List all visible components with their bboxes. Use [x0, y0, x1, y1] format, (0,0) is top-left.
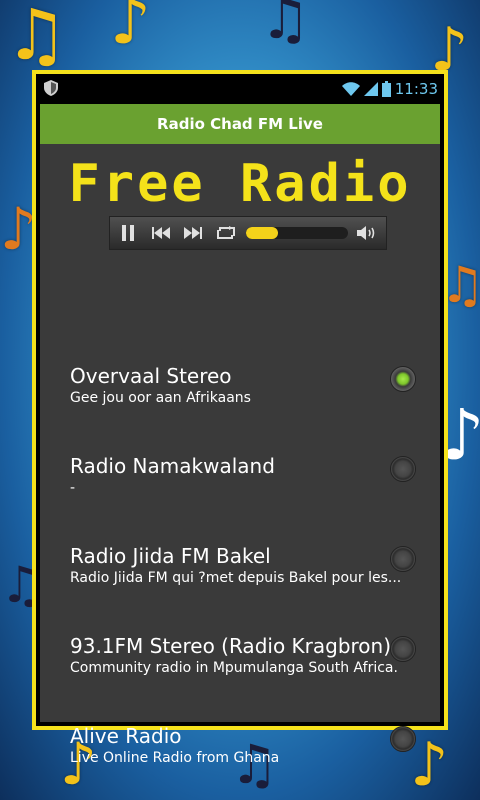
repeat-icon — [216, 226, 235, 239]
wifi-icon — [341, 82, 360, 96]
previous-button[interactable] — [148, 220, 172, 246]
list-item[interactable]: Overvaal Stereo Gee jou oor aan Afrikaan… — [40, 364, 440, 454]
main-content: Free Radio Overvaal Stereo Gee jou oor a… — [40, 144, 440, 766]
rewind-icon — [151, 227, 170, 239]
background-music-note-icon: ♪ — [110, 0, 151, 59]
station-subtitle: Gee jou oor aan Afrikaans — [70, 390, 251, 406]
progress-bar[interactable] — [245, 227, 348, 239]
progress-fill — [245, 227, 279, 239]
player-controls — [109, 216, 387, 250]
station-radio-button[interactable] — [390, 456, 416, 482]
repeat-button[interactable] — [213, 220, 237, 246]
battery-icon — [381, 81, 391, 97]
station-subtitle: Live Online Radio from Ghana — [70, 750, 280, 766]
station-list: Overvaal Stereo Gee jou oor aan Afrikaan… — [40, 364, 440, 800]
station-subtitle: Community radio in Mpumulanga South Afri… — [70, 660, 398, 676]
list-item[interactable]: Alive Radio Live Online Radio from Ghana — [40, 724, 440, 800]
station-title: Radio Namakwaland — [70, 454, 275, 478]
station-radio-button[interactable] — [390, 726, 416, 752]
banner-title: Free Radio — [68, 154, 412, 214]
station-radio-button[interactable] — [390, 546, 416, 572]
list-item[interactable]: Radio Namakwaland - — [40, 454, 440, 544]
pause-icon — [122, 225, 135, 241]
app-window: 11:33 Radio Chad FM Live Free Radio Over… — [32, 70, 448, 766]
station-radio-button[interactable] — [390, 636, 416, 662]
volume-button[interactable] — [356, 220, 380, 246]
station-subtitle: Radio Jiida FM qui ?met depuis Bakel pou… — [70, 570, 402, 586]
status-time: 11:33 — [394, 80, 438, 98]
background-music-note-icon: ♫ — [260, 0, 311, 52]
status-bar: 11:33 — [36, 74, 444, 104]
next-button[interactable] — [181, 220, 205, 246]
list-item[interactable]: Radio Jiida FM Bakel Radio Jiida FM qui … — [40, 544, 440, 634]
station-title: 93.1FM Stereo (Radio Kragbron) — [70, 634, 392, 658]
volume-icon — [356, 226, 375, 240]
station-title: Overvaal Stereo — [70, 364, 232, 388]
background-music-note-icon: ♫ — [5, 0, 68, 76]
app-title: Radio Chad FM Live — [157, 115, 323, 133]
signal-icon — [363, 82, 378, 96]
fast-forward-icon — [184, 227, 203, 239]
status-icons: 11:33 — [341, 78, 438, 100]
shield-icon — [44, 80, 58, 96]
station-title: Radio Jiida FM Bakel — [70, 544, 271, 568]
list-item[interactable]: 93.1FM Stereo (Radio Kragbron) Community… — [40, 634, 440, 724]
app-title-bar: Radio Chad FM Live — [40, 104, 440, 144]
station-subtitle: - — [70, 480, 76, 496]
pause-button[interactable] — [116, 220, 140, 246]
station-radio-button[interactable] — [390, 366, 416, 392]
station-title: Alive Radio — [70, 724, 182, 748]
